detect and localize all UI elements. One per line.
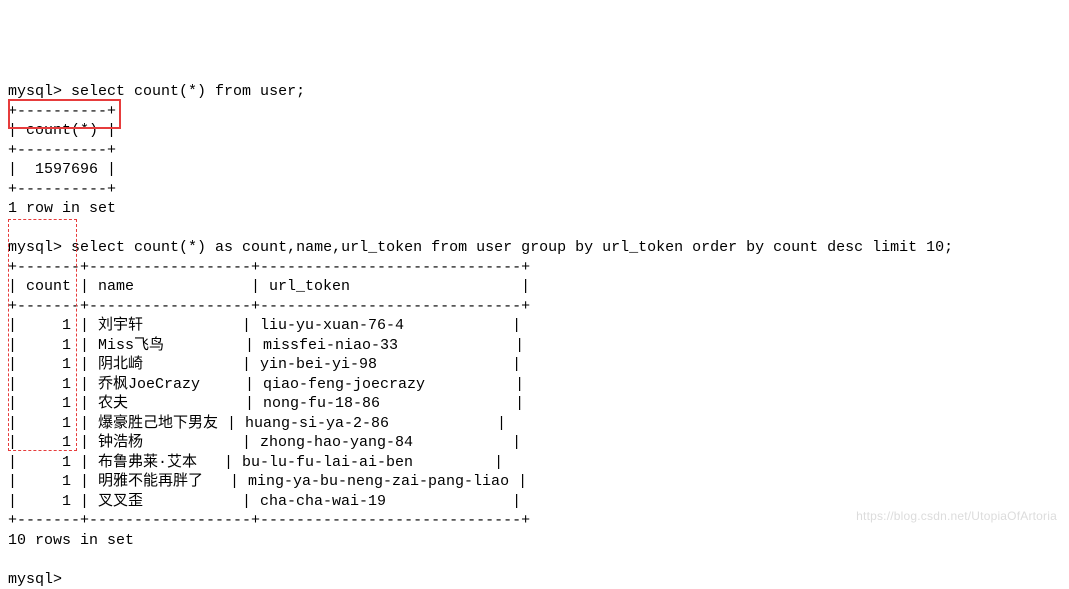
mysql-prompt: mysql> bbox=[8, 83, 62, 100]
table-border: +----------+ bbox=[8, 142, 116, 159]
result-footer-2: 10 rows in set bbox=[8, 532, 134, 549]
count-value-row: | 1597696 | bbox=[8, 161, 116, 178]
table-row: | 1 | 叉叉歪 | cha-cha-wai-19 | bbox=[8, 493, 521, 510]
watermark: https://blog.csdn.net/UtopiaOfArtoria bbox=[856, 509, 1057, 525]
table-row: | 1 | 农夫 | nong-fu-18-86 | bbox=[8, 395, 524, 412]
sql-query-2: select count(*) as count,name,url_token … bbox=[71, 239, 953, 256]
table-header-2: | count | name | url_token | bbox=[8, 278, 530, 295]
table-row: | 1 | 爆豪胜己地下男友 | huang-si-ya-2-86 | bbox=[8, 415, 506, 432]
sql-query-1: select count(*) from user; bbox=[71, 83, 305, 100]
table-border: +----------+ bbox=[8, 181, 116, 198]
table-row: | 1 | Miss飞鸟 | missfei-niao-33 | bbox=[8, 337, 524, 354]
table-row: | 1 | 刘宇轩 | liu-yu-xuan-76-4 | bbox=[8, 317, 521, 334]
table-row: | 1 | 钟浩杨 | zhong-hao-yang-84 | bbox=[8, 434, 521, 451]
table-row: | 1 | 布鲁弗莱·艾本 | bu-lu-fu-lai-ai-ben | bbox=[8, 454, 503, 471]
table-border: +-------+------------------+------------… bbox=[8, 259, 530, 276]
table-header-count: | count(*) | bbox=[8, 122, 116, 139]
result-footer-1: 1 row in set bbox=[8, 200, 116, 217]
mysql-prompt[interactable]: mysql> bbox=[8, 571, 62, 588]
table-row: | 1 | 阴北崎 | yin-bei-yi-98 | bbox=[8, 356, 521, 373]
table-border: +----------+ bbox=[8, 103, 116, 120]
mysql-prompt: mysql> bbox=[8, 239, 62, 256]
table-row: | 1 | 明雅不能再胖了 | ming-ya-bu-neng-zai-pang… bbox=[8, 473, 527, 490]
table-border: +-------+------------------+------------… bbox=[8, 512, 530, 529]
table-row: | 1 | 乔枫JoeCrazy | qiao-feng-joecrazy | bbox=[8, 376, 524, 393]
table-border: +-------+------------------+------------… bbox=[8, 298, 530, 315]
